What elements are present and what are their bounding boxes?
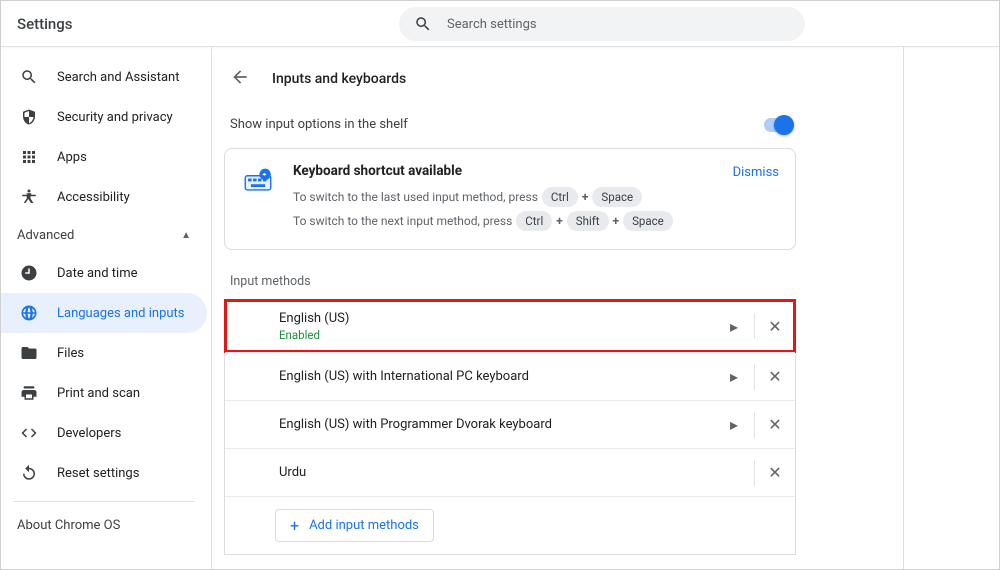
app-title: Settings xyxy=(17,15,73,33)
sidebar-item-label: Languages and inputs xyxy=(57,306,185,321)
sidebar-item-security-privacy[interactable]: Security and privacy xyxy=(1,97,207,137)
print-icon xyxy=(19,384,39,402)
input-methods-label: Input methods xyxy=(226,274,806,289)
page-header: Inputs and keyboards xyxy=(226,67,806,91)
sidebar-item-search-assistant[interactable]: Search and Assistant xyxy=(1,57,207,97)
clock-icon xyxy=(19,264,39,282)
close-icon[interactable]: ✕ xyxy=(755,353,795,400)
sidebar-item-developers[interactable]: Developers xyxy=(1,413,207,453)
main-content: Inputs and keyboards Show input options … xyxy=(226,47,806,569)
sidebar-item-label: Accessibility xyxy=(57,190,130,205)
globe-icon xyxy=(19,304,39,322)
sidebar-item-label: Search and Assistant xyxy=(57,70,180,85)
accessibility-icon xyxy=(19,188,39,206)
sidebar-item-apps[interactable]: Apps xyxy=(1,137,207,177)
input-method-status: Enabled xyxy=(279,328,714,342)
key-chip: Shift xyxy=(567,211,609,231)
apps-icon xyxy=(19,148,39,166)
add-input-methods-label: Add input methods xyxy=(309,518,419,533)
sidebar-item-label: Developers xyxy=(57,426,121,441)
key-chip: Space xyxy=(592,187,642,207)
sidebar-item-label: Apps xyxy=(57,150,87,165)
show-input-options-toggle[interactable] xyxy=(764,118,792,132)
add-input-methods-row: + Add input methods xyxy=(225,496,795,554)
sidebar-item-label: Security and privacy xyxy=(57,110,173,125)
reset-icon xyxy=(19,464,39,482)
code-icon xyxy=(19,424,39,442)
dismiss-button[interactable]: Dismiss xyxy=(733,165,779,180)
sidebar-item-label: Reset settings xyxy=(57,466,139,481)
sidebar-item-reset-settings[interactable]: Reset settings xyxy=(1,453,207,493)
divider xyxy=(13,501,195,502)
input-method-name: English (US) with International PC keybo… xyxy=(279,369,714,384)
key-chip: Ctrl xyxy=(516,211,552,231)
key-chip: Ctrl xyxy=(542,187,578,207)
plus-icon: + xyxy=(556,214,563,228)
chevron-up-icon: ▲ xyxy=(181,230,191,241)
app-header: Settings xyxy=(1,1,999,47)
sidebar-item-languages-inputs[interactable]: Languages and inputs xyxy=(1,293,207,333)
chevron-right-icon[interactable]: ▸ xyxy=(714,353,754,400)
close-icon[interactable]: ✕ xyxy=(755,449,795,496)
key-chip: Space xyxy=(623,211,673,231)
back-arrow-icon[interactable] xyxy=(230,67,250,91)
input-method-row[interactable]: English (US) with Programmer Dvorak keyb… xyxy=(225,400,795,448)
sidebar-advanced-toggle[interactable]: Advanced ▲ xyxy=(1,217,211,253)
sidebar-item-date-time[interactable]: Date and time xyxy=(1,253,207,293)
search-icon xyxy=(19,68,39,86)
shortcut-line-2: To switch to the next input method, pres… xyxy=(293,211,779,231)
sidebar-item-label: Print and scan xyxy=(57,386,140,401)
spelling-grammar-row: Spelling and grammar check Grammar check… xyxy=(224,567,796,569)
keyboard-icon xyxy=(241,163,275,197)
input-method-name: English (US) with Programmer Dvorak keyb… xyxy=(279,417,714,432)
input-methods-list: English (US) Enabled ▸ ✕ English (US) wi… xyxy=(224,299,796,555)
search-container[interactable] xyxy=(399,7,805,41)
show-input-options-row: Show input options in the shelf xyxy=(226,117,806,132)
sidebar-item-accessibility[interactable]: Accessibility xyxy=(1,177,207,217)
chevron-right-icon[interactable]: ▸ xyxy=(714,401,754,448)
show-input-options-label: Show input options in the shelf xyxy=(230,117,408,132)
sidebar-item-about[interactable]: About Chrome OS xyxy=(1,508,211,543)
shield-icon xyxy=(19,108,39,126)
folder-icon xyxy=(19,344,39,362)
close-icon[interactable]: ✕ xyxy=(755,300,795,352)
close-icon[interactable]: ✕ xyxy=(755,401,795,448)
sidebar-item-label: Files xyxy=(57,346,84,361)
plus-icon: + xyxy=(613,214,620,228)
input-method-name: English (US) xyxy=(279,311,714,326)
card-title: Keyboard shortcut available xyxy=(293,163,779,179)
sidebar-item-print-scan[interactable]: Print and scan xyxy=(1,373,207,413)
shortcut-line-1-text: To switch to the last used input method,… xyxy=(293,190,538,204)
sidebar-advanced-label: Advanced xyxy=(17,228,74,243)
keyboard-shortcut-card: Keyboard shortcut available To switch to… xyxy=(224,148,796,250)
page-title: Inputs and keyboards xyxy=(272,71,406,87)
right-gutter xyxy=(903,47,999,569)
add-input-methods-button[interactable]: + Add input methods xyxy=(275,509,434,542)
search-input[interactable] xyxy=(447,17,791,32)
input-method-row[interactable]: English (US) Enabled ▸ ✕ xyxy=(225,300,795,352)
sidebar-item-files[interactable]: Files xyxy=(1,333,207,373)
plus-icon: + xyxy=(582,190,589,204)
chevron-right-icon[interactable]: ▸ xyxy=(714,300,754,352)
input-method-name: Urdu xyxy=(279,465,714,480)
input-method-row[interactable]: Urdu ▸ ✕ xyxy=(225,448,795,496)
sidebar: Search and Assistant Security and privac… xyxy=(1,47,211,569)
sidebar-item-label: Date and time xyxy=(57,266,138,281)
search-icon xyxy=(413,15,433,33)
shortcut-line-1: To switch to the last used input method,… xyxy=(293,187,779,207)
input-method-row[interactable]: English (US) with International PC keybo… xyxy=(225,352,795,400)
shortcut-line-2-text: To switch to the next input method, pres… xyxy=(293,214,512,228)
